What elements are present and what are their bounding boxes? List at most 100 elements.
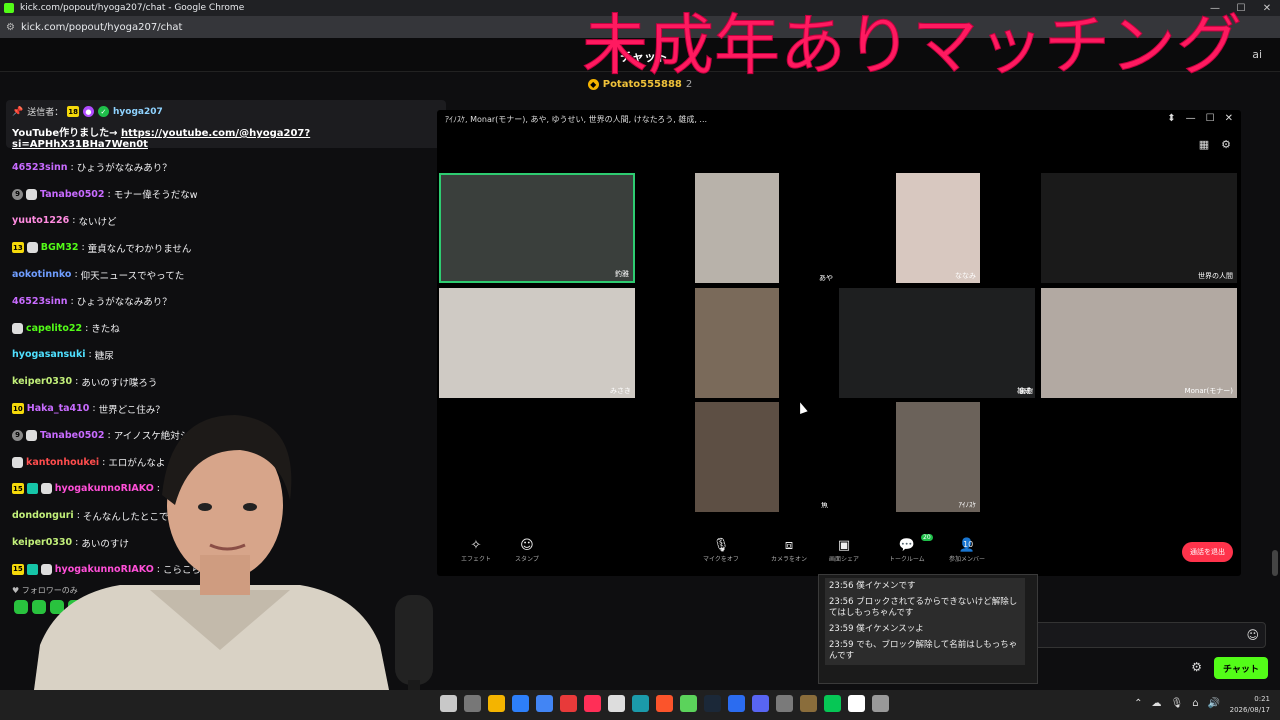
- taskbar-app-icon[interactable]: [872, 695, 889, 712]
- chat-header-menu[interactable]: ai: [1252, 48, 1262, 61]
- call-control-button[interactable]: 👤 10 参加メンバー: [949, 538, 985, 563]
- chat-username[interactable]: Tanabe0502: [40, 189, 105, 200]
- colon: :: [81, 242, 85, 254]
- colon: :: [70, 295, 74, 307]
- participant-name: 世界の人間: [1198, 272, 1233, 280]
- scrollbar-thumb[interactable]: [1272, 550, 1278, 576]
- line-chat-time: 23:59: [829, 624, 854, 634]
- taskbar-app-icon[interactable]: [632, 695, 649, 712]
- call-control-label: マイクをオフ: [703, 556, 739, 563]
- user-badge: 9: [12, 188, 23, 200]
- call-control-button[interactable]: 💬 20 トークルーム: [889, 534, 933, 563]
- line-chat-text: ブロックされてるからできないけど解除してはしもっちゃんです: [829, 597, 1018, 618]
- taskbar-app-icon[interactable]: [608, 695, 625, 712]
- call-control-button[interactable]: ✧ エフェクト: [461, 538, 491, 563]
- emoji-icon[interactable]: ☺: [1246, 628, 1259, 642]
- chevron-up-icon[interactable]: ⌃: [1134, 698, 1142, 709]
- chat-username[interactable]: BGM32: [41, 242, 79, 253]
- volume-icon[interactable]: 🔊: [1208, 698, 1220, 709]
- send-chat-button[interactable]: チャット: [1214, 657, 1268, 679]
- participant-tile[interactable]: 釣雅: [439, 173, 635, 283]
- line-chat-time: 23:59: [829, 640, 854, 650]
- colon: :: [107, 188, 111, 200]
- taskbar-app-icon[interactable]: [704, 695, 721, 712]
- taskbar-app-icon[interactable]: [464, 695, 481, 712]
- close-icon[interactable]: ✕: [1254, 0, 1280, 16]
- line-chat-message: 23:59 僕イケメンスッよ: [825, 621, 1025, 638]
- taskbar-app-icon[interactable]: [752, 695, 769, 712]
- participant-tile[interactable]: [695, 173, 779, 283]
- line-chat-text: 僕イケメンです: [856, 581, 916, 591]
- taskbar-app-icon[interactable]: [440, 695, 457, 712]
- taskbar-app-icon[interactable]: [584, 695, 601, 712]
- participant-tile[interactable]: [695, 288, 779, 398]
- chat-username[interactable]: aokotinnko: [12, 269, 71, 280]
- taskbar-app-icon[interactable]: [800, 695, 817, 712]
- taskbar-app-icon[interactable]: [680, 695, 697, 712]
- taskbar-app-icon[interactable]: [728, 695, 745, 712]
- close-icon[interactable]: ✕: [1225, 113, 1233, 124]
- call-controls: 通話を退出 ✧ エフェクト ☺ スタンプ 🎙 マイクをオフ ⧈ カメラをオン ▣ 画面シェア 💬 20…: [437, 530, 1241, 576]
- leave-call-button[interactable]: 通話を退出: [1182, 542, 1233, 562]
- chat-username[interactable]: keiper0330: [12, 376, 72, 387]
- participant-tile[interactable]: [695, 402, 779, 512]
- pinned-user[interactable]: hyoga207: [113, 107, 163, 117]
- colon: :: [75, 376, 79, 388]
- colon: :: [85, 322, 89, 334]
- chat-username[interactable]: hyogasansuki: [12, 349, 86, 360]
- minimize-icon[interactable]: —: [1186, 113, 1196, 124]
- participant-tile[interactable]: 世界の人間: [1041, 173, 1237, 283]
- call-control-button[interactable]: ☺ スタンプ: [515, 538, 539, 563]
- cloud-icon[interactable]: ☁: [1151, 698, 1161, 709]
- grid-view-icon[interactable]: ▦: [1199, 138, 1209, 151]
- chat-username[interactable]: 46523sinn: [12, 296, 68, 307]
- chat-username[interactable]: 46523sinn: [12, 162, 68, 173]
- chat-text: ないけど: [78, 216, 117, 228]
- taskbar-app-icon[interactable]: [560, 695, 577, 712]
- chat-username[interactable]: capelito22: [26, 323, 82, 334]
- line-call-window: ｱｲﾉｽｹ, Monar(モナー), あや, ゆうせい, 世界の人間, けなたろ…: [437, 110, 1241, 576]
- call-control-icon: 🎙: [712, 538, 730, 553]
- colon: :: [74, 269, 78, 281]
- chat-message: 46523sinn: ひょうがななみあり？: [12, 288, 442, 315]
- maximize-icon[interactable]: ☐: [1206, 113, 1215, 124]
- taskbar-app-icon[interactable]: [824, 695, 841, 712]
- taskbar-app-icon[interactable]: [656, 695, 673, 712]
- call-control-button[interactable]: ⧈ カメラをオン: [771, 538, 807, 563]
- chat-message: hyogasansuki: 糖尿: [12, 342, 442, 369]
- participant-tile[interactable]: Monar(モナー): [1041, 288, 1237, 398]
- call-control-label: 画面シェア: [829, 556, 860, 563]
- participant-tile[interactable]: ななみ: [896, 173, 980, 283]
- settings-gear-icon[interactable]: ⚙: [1221, 138, 1231, 151]
- url-text[interactable]: kick.com/popout/hyoga207/chat: [21, 22, 183, 33]
- site-info-icon[interactable]: ⚙: [6, 22, 15, 33]
- participant-tile[interactable]: 優樹: [977, 388, 1037, 398]
- participant-tile[interactable]: あや: [777, 275, 837, 285]
- taskbar-app-icon[interactable]: [776, 695, 793, 712]
- pin-window-icon[interactable]: ⬍: [1167, 113, 1175, 124]
- chat-username[interactable]: yuuto1226: [12, 215, 69, 226]
- participant-tile[interactable]: 魚: [802, 502, 832, 512]
- taskbar-app-icon[interactable]: [488, 695, 505, 712]
- participant-tile[interactable]: 雄成: [839, 288, 1035, 398]
- taskbar-app-icon[interactable]: [536, 695, 553, 712]
- chat-message: 9 Tanabe0502: モナー偉そうだなw: [12, 181, 442, 208]
- participants-title: ｱｲﾉｽｹ, Monar(モナー), あや, ゆうせい, 世界の人間, けなたろ…: [445, 114, 708, 124]
- pinned-message: 📌 送信者： 18 ● ✓ hyoga207 YouTube作りました→ htt…: [6, 100, 446, 150]
- call-control-button[interactable]: 🎙 マイクをオフ: [703, 538, 739, 563]
- taskbar-clock[interactable]: 0:21 2026/08/17: [1230, 694, 1270, 716]
- subscriber-badge: 18: [67, 106, 79, 117]
- pinned-label: 送信者：: [27, 108, 64, 118]
- member-count: 10: [963, 540, 974, 549]
- chat-settings-icon[interactable]: ⚙: [1191, 660, 1202, 674]
- participant-tile[interactable]: ｱｲﾉｽｹ: [896, 402, 980, 512]
- taskbar-app-icon[interactable]: [848, 695, 865, 712]
- network-icon[interactable]: ⌂: [1192, 698, 1198, 709]
- chat-text: あいのすけ喋ろう: [81, 377, 158, 389]
- participant-tile[interactable]: みさき: [439, 288, 635, 398]
- mic-icon[interactable]: 🎙: [1170, 698, 1183, 709]
- chat-message: yuuto1226: ないけど: [12, 208, 442, 235]
- call-control-button[interactable]: ▣ 画面シェア: [829, 538, 859, 563]
- chat-message: capelito22: きたね: [12, 315, 442, 342]
- taskbar-app-icon[interactable]: [512, 695, 529, 712]
